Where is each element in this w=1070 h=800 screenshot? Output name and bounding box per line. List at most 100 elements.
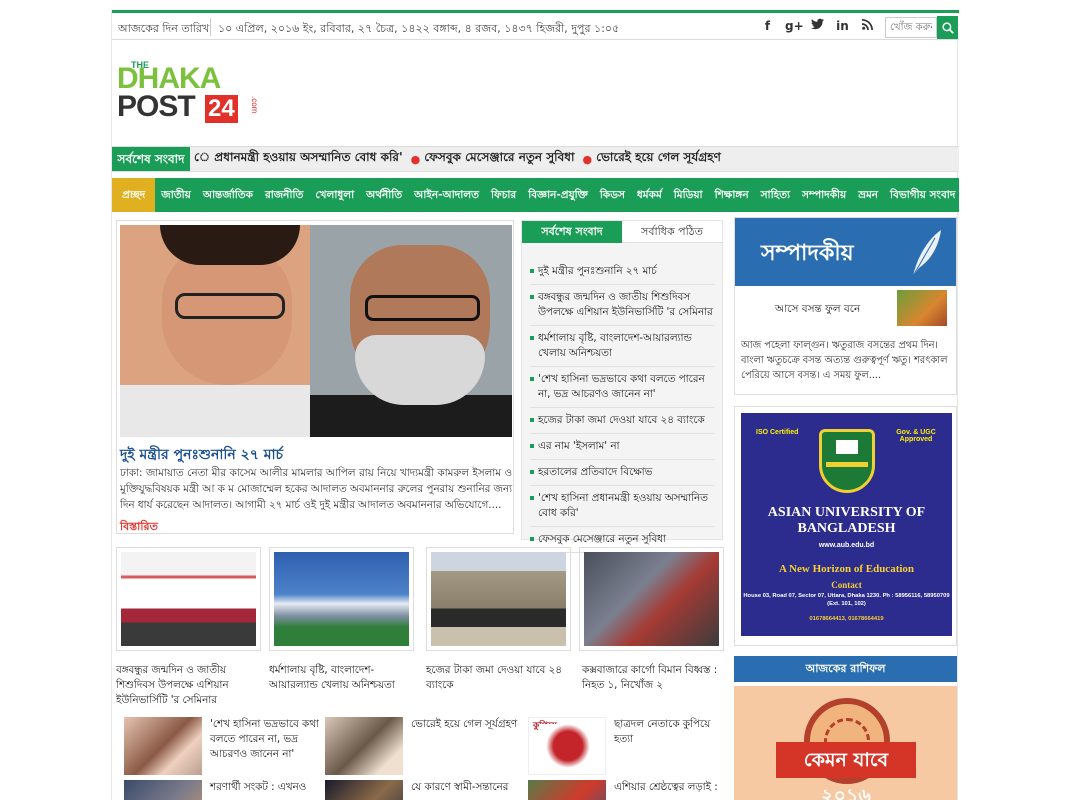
bullet-icon: ● — [582, 152, 593, 166]
linkedin-icon[interactable]: in — [835, 18, 850, 34]
nav-item-national[interactable]: জাতীয় — [155, 178, 197, 212]
horoscope-heading: আজকের রাশিফল — [734, 656, 957, 682]
nav-item-literature[interactable]: সাহিত্য — [755, 178, 796, 212]
news-card-title[interactable]: বঙ্গবন্ধুর জন্মদিন ও জাতীয় শিশুদিবস উপল… — [116, 663, 266, 708]
university-ad[interactable]: ISO Certified Gov. & UGC Approved ASIAN … — [734, 406, 957, 646]
mini-news-item[interactable]: যে কারণে স্বামী-সন্তানের — [325, 780, 520, 800]
nav-item-divisional[interactable]: বিভাগীয় সংবাদ — [884, 178, 961, 212]
ad-address: House 03, Road 07, Sector 07, Uttara, Dh… — [743, 593, 950, 607]
nav-item-feature[interactable]: ফিচার — [485, 178, 522, 212]
current-date: ১০ এপ্রিল, ২০১৬ ইং, রবিবার, ২৭ চৈত্র, ১৪… — [218, 22, 620, 35]
news-thumbnail — [325, 780, 403, 800]
list-item[interactable]: দুই মন্ত্রীর পুনঃশুনানি ২৭ মার্চ — [530, 259, 714, 285]
ticker-item[interactable]: ে প্রধানমন্ত্রী হওয়ায় অসম্মানিত বোধ কর… — [194, 149, 403, 169]
nav-item-editorial[interactable]: সম্পাদকীয় — [796, 178, 852, 212]
social-links: f g+ in — [760, 18, 875, 34]
tab-most-read[interactable]: সর্বাধিক পঠিত — [622, 221, 722, 243]
list-item[interactable]: 'শেখ হাসিনা প্রধানমন্ত্রী হওয়ায় অসম্মা… — [530, 486, 714, 527]
mini-news-item[interactable]: কুপিয়ে ছাত্রদল নেতাকে কুপিয়ে হত্যা — [528, 717, 723, 777]
editorial-thumbnail[interactable] — [897, 290, 947, 326]
nav-item-home[interactable]: প্রচ্ছদ — [112, 178, 156, 212]
quill-icon — [912, 230, 941, 277]
rss-icon[interactable] — [860, 18, 875, 34]
news-thumbnail: কুপিয়ে — [528, 717, 606, 775]
featured-image[interactable] — [120, 225, 512, 437]
list-item[interactable]: 'শেখ হাসিনা ভদ্রভাবে কথা বলতে পারেন না, … — [530, 367, 714, 408]
mini-news-title[interactable]: 'শেখ হাসিনা ভদ্রভাবে কথা বলতে পারেন না, … — [210, 717, 320, 762]
ad-iso-label: ISO Certified — [756, 429, 799, 436]
list-item[interactable]: এর নাম 'ইসলাম' না — [530, 434, 714, 460]
facebook-icon[interactable]: f — [760, 18, 775, 34]
tab-latest[interactable]: সর্বশেষ সংবাদ — [522, 221, 622, 243]
nav-item-religion[interactable]: ধর্মকর্ম — [631, 178, 668, 212]
mini-news-title[interactable]: এশিয়ার শ্রেষ্ঠত্বের লড়াই : — [614, 780, 724, 795]
mini-news-title[interactable]: শরণার্থী সংকট : এখনও — [210, 780, 320, 795]
horoscope-banner-image[interactable]: কেমন যাবে ২০১৬ — [734, 686, 957, 800]
list-item[interactable]: বঙ্গবন্ধুর জন্মদিন ও জাতীয় শিশুদিবস উপল… — [530, 285, 714, 326]
divider — [210, 18, 211, 36]
ticker-item[interactable]: ভোরেই হয়ে গেল সূর্যগ্রহণ — [596, 149, 721, 169]
nav-item-sports[interactable]: খেলাধুলা — [309, 178, 360, 212]
ad-gov-label: Gov. & UGC Approved — [896, 429, 936, 443]
news-card[interactable] — [579, 547, 724, 657]
logo-post: POST — [117, 90, 196, 123]
breaking-label: সর্বশেষ সংবাদ — [112, 147, 190, 171]
twitter-icon[interactable] — [810, 18, 825, 34]
editorial-subtitle[interactable]: আসে বসন্ত ফুল বনে — [775, 302, 860, 319]
news-thumbnail — [124, 780, 202, 800]
nav-item-law[interactable]: আইন-আদালত — [408, 178, 485, 212]
news-thumbnail — [121, 552, 256, 646]
news-card-title[interactable]: হজের টাকা জমা দেওয়া যাবে ২৪ ব্যাংকে — [426, 663, 576, 693]
nav-item-education[interactable]: শিক্ষাঙ্গন — [709, 178, 755, 212]
nav-item-health[interactable]: স্বাস্থ্য কথা — [961, 178, 1013, 212]
editorial-text: আজ পহেলা ফাল্গুন। ঋতুরাজ বসন্তের প্রথম দ… — [741, 340, 948, 381]
list-item[interactable]: হরতালের প্রতিবাদে বিক্ষোভ — [530, 460, 714, 486]
google-plus-icon[interactable]: g+ — [785, 18, 804, 34]
logo-com: .com — [250, 96, 259, 114]
mini-news-item[interactable]: ভোরেই হয়ে গেল সূর্যগ্রহণ — [325, 717, 520, 777]
nav-item-kids[interactable]: কিডস — [594, 178, 631, 212]
mini-news-title[interactable]: ভোরেই হয়ে গেল সূর্যগ্রহণ — [411, 717, 521, 732]
list-item[interactable]: হজের টাকা জমা দেওয়া যাবে ২৪ ব্যাংকে — [530, 408, 714, 434]
mini-news-title[interactable]: ছাত্রদল নেতাকে কুপিয়ে হত্যা — [614, 717, 724, 747]
featured-title[interactable]: দুই মন্ত্রীর পুনঃশুনানি ২৭ মার্চ — [120, 443, 283, 467]
news-card-title[interactable]: কক্সবাজারে কার্গো বিমান বিধ্বস্ত : নিহত … — [582, 663, 732, 693]
nav-item-science[interactable]: বিজ্ঞান-প্রযুক্তি — [522, 178, 594, 212]
read-more-link[interactable]: বিস্তারিত — [120, 518, 158, 537]
news-thumbnail — [124, 717, 202, 775]
ticker-item[interactable]: ফেসবুক মেসেঞ্জারে নতুন সুবিধা — [424, 149, 574, 169]
nav-item-travel[interactable]: ভ্রমন — [852, 178, 884, 212]
news-thumbnail — [584, 552, 719, 646]
list-item[interactable]: ধর্মশালায় বৃষ্টি, বাংলাদেশ-আয়ারল্যান্ড… — [530, 326, 714, 367]
site-logo[interactable]: THE DHAKA POST 24 .com — [117, 60, 267, 130]
news-card-title[interactable]: ধর্মশালায় বৃষ্টি, বাংলাদেশ-আয়ারল্যান্ড… — [269, 663, 419, 693]
nav-item-media[interactable]: মিডিয়া — [668, 178, 709, 212]
latest-news-list: দুই মন্ত্রীর পুনঃশুনানি ২৭ মার্চ বঙ্গবন্… — [522, 253, 722, 553]
today-label: আজকের দিন তারিখ — [118, 22, 210, 35]
breaking-news-bar: সর্বশেষ সংবাদ ে প্রধানমন্ত্রী হওয়ায় অস… — [112, 146, 959, 172]
search-input[interactable] — [885, 17, 937, 38]
top-bar: আজকের দিন তারিখ ১০ এপ্রিল, ২০১৬ ইং, রবিব… — [112, 10, 959, 40]
ad-contact-label: Contact — [831, 580, 862, 590]
news-card[interactable] — [116, 547, 261, 657]
nav-item-politics[interactable]: রাজনীতি — [259, 178, 309, 212]
latest-news-tabs: সর্বশেষ সংবাদ সর্বাধিক পঠিত দুই মন্ত্রীর… — [521, 220, 723, 553]
news-ticker: ে প্রধানমন্ত্রী হওয়ায় অসম্মানিত বোধ কর… — [194, 147, 721, 171]
nav-item-economy[interactable]: অর্থনীতি — [360, 178, 408, 212]
search-button[interactable] — [937, 16, 958, 39]
editorial-widget: সম্পাদকীয় আসে বসন্ত ফুল বনে আজ পহেলা ফা… — [734, 217, 957, 395]
nav-item-international[interactable]: আন্তর্জাতিক — [197, 178, 259, 212]
news-card[interactable] — [426, 547, 571, 657]
search-icon — [941, 21, 954, 34]
news-thumbnail — [325, 717, 403, 775]
mini-news-item[interactable]: শরণার্থী সংকট : এখনও — [124, 780, 319, 800]
mini-news-item[interactable]: 'শেখ হাসিনা ভদ্রভাবে কথা বলতে পারেন না, … — [124, 717, 319, 777]
news-card[interactable] — [269, 547, 414, 657]
news-thumbnail — [274, 552, 409, 646]
main-nav: প্রচ্ছদ জাতীয় আন্তর্জাতিক রাজনীতি খেলাধ… — [112, 178, 1008, 212]
page-container: আজকের দিন তারিখ ১০ এপ্রিল, ২০১৬ ইং, রবিব… — [111, 10, 1008, 800]
ad-phones: 01678664413, 01678664419 — [809, 616, 884, 622]
logo-number: 24 — [205, 95, 238, 123]
mini-news-title[interactable]: যে কারণে স্বামী-সন্তানের — [411, 780, 521, 795]
mini-news-item[interactable]: এশিয়ার শ্রেষ্ঠত্বের লড়াই : — [528, 780, 723, 800]
